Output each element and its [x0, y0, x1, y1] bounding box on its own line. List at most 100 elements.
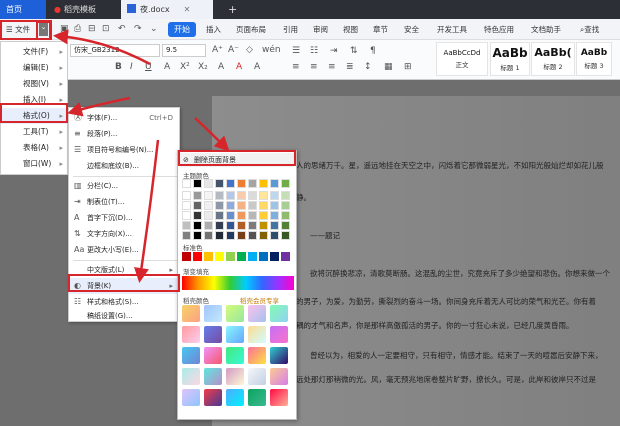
- border-icon[interactable]: ⊞: [404, 62, 412, 72]
- gradient-swatch[interactable]: [226, 326, 244, 343]
- number-list-icon[interactable]: ☷: [310, 46, 318, 56]
- pinyin-icon[interactable]: wén: [262, 45, 281, 55]
- tab-features[interactable]: 特色应用: [484, 19, 514, 40]
- save-icon[interactable]: ▣: [60, 19, 69, 40]
- gradient-swatch[interactable]: [270, 368, 288, 385]
- standard-color-swatch[interactable]: [215, 252, 224, 261]
- color-swatch[interactable]: [248, 221, 257, 230]
- color-swatch[interactable]: [193, 211, 202, 220]
- standard-color-swatch[interactable]: [182, 252, 191, 261]
- standard-color-swatch[interactable]: [259, 252, 268, 261]
- color-swatch[interactable]: [281, 201, 290, 210]
- color-swatch[interactable]: [215, 221, 224, 230]
- color-swatch[interactable]: [237, 201, 246, 210]
- color-swatch[interactable]: [281, 211, 290, 220]
- standard-color-swatch[interactable]: [237, 252, 246, 261]
- gradient-swatch[interactable]: [182, 389, 200, 406]
- gradient-swatch[interactable]: [204, 326, 222, 343]
- color-swatch[interactable]: [182, 221, 191, 230]
- color-swatch[interactable]: [182, 201, 191, 210]
- color-swatch[interactable]: [204, 231, 213, 240]
- color-swatch[interactable]: [270, 179, 279, 188]
- color-swatch[interactable]: [270, 191, 279, 200]
- color-swatch[interactable]: [226, 179, 235, 188]
- tab-page-layout[interactable]: 页面布局: [236, 19, 266, 40]
- gradient-swatch[interactable]: [204, 347, 222, 364]
- gradient-swatch[interactable]: [182, 305, 200, 322]
- gradient-swatch[interactable]: [248, 305, 266, 322]
- style-normal[interactable]: AaBbCcDd 正文: [436, 42, 488, 76]
- color-swatch[interactable]: [215, 179, 224, 188]
- color-swatch[interactable]: [270, 231, 279, 240]
- menu-item-bullets[interactable]: ☰ 项目符号和编号(N)...: [69, 142, 179, 158]
- more-icon[interactable]: ⌄: [150, 19, 158, 40]
- menu-item-view[interactable]: 视图(V) ▸: [1, 76, 67, 92]
- font-color-icon[interactable]: A: [164, 62, 170, 72]
- color-swatch[interactable]: [270, 221, 279, 230]
- tab-template[interactable]: ● 稻壳模板: [48, 0, 118, 19]
- gradient-swatch[interactable]: [270, 347, 288, 364]
- subscript-icon[interactable]: X₂: [198, 62, 208, 72]
- color-swatch[interactable]: [259, 211, 268, 220]
- bullet-list-icon[interactable]: ☰: [292, 46, 300, 56]
- undo-icon[interactable]: ↶: [118, 19, 126, 40]
- tab-view[interactable]: 视图: [343, 19, 358, 40]
- color-swatch[interactable]: [193, 201, 202, 210]
- color-swatch[interactable]: [226, 221, 235, 230]
- standard-color-swatch[interactable]: [281, 252, 290, 261]
- menu-item-text-direction[interactable]: ⇅ 文字方向(X)...: [69, 226, 179, 242]
- menu-item-manuscript[interactable]: 稿纸设置(G)...: [69, 308, 179, 324]
- underline-icon[interactable]: U: [145, 62, 152, 72]
- color-swatch[interactable]: [259, 191, 268, 200]
- indent-icon[interactable]: ⇥: [330, 46, 338, 56]
- color-swatch[interactable]: [226, 201, 235, 210]
- search-button[interactable]: ⌕查找: [580, 19, 599, 40]
- style-heading-2[interactable]: AaBb( 标题 2: [531, 42, 575, 76]
- gradient-swatch[interactable]: [226, 305, 244, 322]
- gradient-swatch[interactable]: [226, 368, 244, 385]
- gradient-swatch[interactable]: [248, 368, 266, 385]
- color-swatch[interactable]: [259, 179, 268, 188]
- gradient-swatch[interactable]: [182, 347, 200, 364]
- justify-icon[interactable]: ≣: [346, 62, 354, 72]
- redo-icon[interactable]: ↷: [134, 19, 142, 40]
- color-swatch[interactable]: [204, 201, 213, 210]
- color-swatch[interactable]: [237, 179, 246, 188]
- menu-item-borders[interactable]: 边框和底纹(B)...: [69, 158, 179, 174]
- gradient-swatch[interactable]: [204, 305, 222, 322]
- standard-color-swatch[interactable]: [226, 252, 235, 261]
- grow-font-icon[interactable]: A⁺: [212, 45, 223, 55]
- menu-item-font[interactable]: Ⓐ 字体(F)... Ctrl+D: [69, 110, 179, 126]
- color-swatch[interactable]: [281, 221, 290, 230]
- color-swatch[interactable]: [248, 201, 257, 210]
- color-swatch[interactable]: [281, 191, 290, 200]
- style-heading-1[interactable]: AaBb 标题 1: [490, 42, 530, 76]
- tab-document[interactable]: 夜.docx ✕: [121, 0, 213, 19]
- color-swatch[interactable]: [193, 191, 202, 200]
- color-swatch[interactable]: [248, 179, 257, 188]
- color-swatch[interactable]: [259, 221, 268, 230]
- standard-color-swatch[interactable]: [270, 252, 279, 261]
- color-swatch[interactable]: [248, 231, 257, 240]
- italic-icon[interactable]: I: [130, 62, 133, 72]
- gradient-fill-strip[interactable]: [182, 276, 294, 290]
- color-swatch[interactable]: [281, 231, 290, 240]
- color-swatch[interactable]: [226, 231, 235, 240]
- menu-item-dropcap[interactable]: A 首字下沉(D)...: [69, 210, 179, 226]
- color-swatch[interactable]: [259, 231, 268, 240]
- color-swatch[interactable]: [248, 191, 257, 200]
- color-swatch[interactable]: [193, 221, 202, 230]
- color-swatch[interactable]: [182, 211, 191, 220]
- gradient-swatch[interactable]: [248, 326, 266, 343]
- color-swatch[interactable]: [215, 191, 224, 200]
- color-swatch[interactable]: [270, 211, 279, 220]
- color-swatch[interactable]: [237, 231, 246, 240]
- tab-section[interactable]: 章节: [373, 19, 388, 40]
- bold-icon[interactable]: B: [115, 62, 122, 72]
- gradient-swatch[interactable]: [270, 326, 288, 343]
- tab-home[interactable]: 首页: [0, 0, 46, 19]
- color-swatch[interactable]: [204, 221, 213, 230]
- gradient-swatch[interactable]: [248, 347, 266, 364]
- standard-color-swatch[interactable]: [248, 252, 257, 261]
- highlight-icon[interactable]: A: [218, 62, 224, 72]
